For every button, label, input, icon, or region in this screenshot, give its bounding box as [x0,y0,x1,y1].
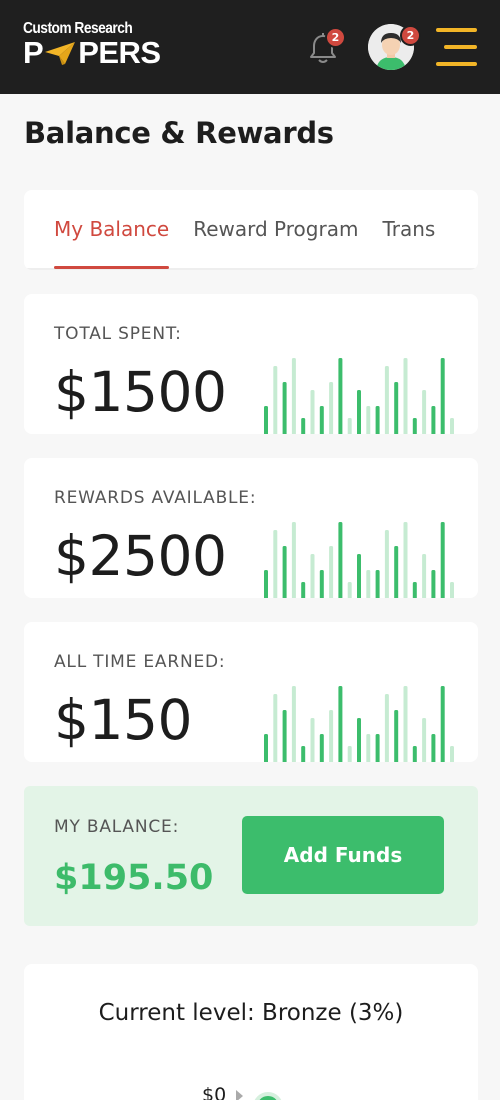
sparkline-bar [394,382,399,434]
balance-label: MY BALANCE: [54,817,180,837]
level-start-label: $0 [202,1084,227,1100]
sparkline-bar [412,582,417,598]
sparkline-bar [384,694,389,762]
sparkline-bar [412,418,417,434]
stat-label: ALL TIME EARNED: [54,652,226,672]
sparkline-bar [450,582,454,598]
profile-badge: 2 [400,25,421,46]
sparkline-bar [431,570,436,598]
tab-bar: My Balance Reward Program Trans [24,190,478,270]
sparkline-bar [282,710,287,762]
level-title: Current level: Bronze (3%) [98,1000,404,1026]
sparkline-bar [450,746,454,762]
bar-sparkline [264,686,454,762]
sparkline-bar [403,686,408,762]
sparkline-bar [301,582,306,598]
sparkline-bar [329,710,334,762]
level-progress-marker [253,1092,283,1100]
sparkline-bar [347,582,352,598]
notification-badge: 2 [325,27,346,48]
bar-sparkline [264,358,454,434]
hamburger-menu-icon[interactable] [436,28,477,66]
sparkline-bar [422,390,427,434]
sparkline-bar [329,382,334,434]
bar-sparkline [264,522,454,598]
sparkline-bar [273,530,278,598]
logo-letter-p: P [23,35,44,70]
sparkline-bar [264,734,268,762]
sparkline-bar [338,358,343,434]
sparkline-bar [422,718,427,762]
sparkline-bar [357,554,361,598]
sparkline-bar [273,366,278,434]
sparkline-bar [375,570,380,598]
sparkline-bar [384,530,389,598]
sparkline-bar [440,686,445,762]
sparkline-bar [403,522,408,598]
sparkline-bar [301,418,306,434]
sparkline-bar [264,570,268,598]
sparkline-bar [329,546,334,598]
sparkline-bar [291,522,296,598]
sparkline-bar [357,718,361,762]
sparkline-bar [384,366,389,434]
add-funds-button[interactable]: Add Funds [242,816,444,894]
sparkline-bar [422,554,427,598]
sparkline-bar [431,406,436,434]
caret-right-icon [236,1090,243,1100]
sparkline-bar [366,570,371,598]
sparkline-bar [357,390,361,434]
page-title: Balance & Rewards [24,116,334,150]
stat-card-all-time-earned: ALL TIME EARNED: $150 [24,622,478,762]
sparkline-bar [366,406,371,434]
logo-letters-pers: PERS [78,35,161,70]
logo-tagline: Custom Research [23,20,133,37]
sparkline-bar [282,382,287,434]
sparkline-bar [310,390,315,434]
sparkline-bar [450,418,454,434]
sparkline-bar [375,406,380,434]
sparkline-bar [440,358,445,434]
sparkline-bar [412,746,417,762]
paper-plane-icon [45,42,76,65]
sparkline-bar [291,358,296,434]
sparkline-bar [319,734,324,762]
stat-value: $150 [54,688,192,752]
sparkline-bar [440,522,445,598]
stat-value: $2500 [54,524,227,588]
tab-transactions[interactable]: Trans [382,190,435,270]
sparkline-bar [264,406,268,434]
sparkline-bar [319,570,324,598]
sparkline-bar [403,358,408,434]
logo-wordmark: P PERS [23,35,161,70]
tab-my-balance[interactable]: My Balance [54,190,170,270]
sparkline-bar [431,734,436,762]
sparkline-bar [301,746,306,762]
sparkline-bar [375,734,380,762]
stat-label: TOTAL SPENT: [54,324,182,344]
app-header: Custom Research P PERS 2 2 [0,0,500,94]
sparkline-bar [273,694,278,762]
sparkline-bar [310,554,315,598]
stat-card-total-spent: TOTAL SPENT: $1500 [24,294,478,434]
sparkline-bar [291,686,296,762]
stat-value: $1500 [54,360,227,424]
sparkline-bar [394,546,399,598]
my-balance-panel: MY BALANCE: $195.50 Add Funds [24,786,478,926]
balance-value: $195.50 [54,858,214,898]
sparkline-bar [347,746,352,762]
sparkline-bar [338,686,343,762]
sparkline-bar [347,418,352,434]
level-card: Current level: Bronze (3%) $0 [24,964,478,1100]
tab-reward-program[interactable]: Reward Program [193,190,358,270]
sparkline-bar [319,406,324,434]
sparkline-bar [366,734,371,762]
sparkline-bar [310,718,315,762]
sparkline-bar [338,522,343,598]
stat-card-rewards-available: REWARDS AVAILABLE: $2500 [24,458,478,598]
logo[interactable]: Custom Research P PERS [23,20,161,68]
sparkline-bar [394,710,399,762]
stat-label: REWARDS AVAILABLE: [54,488,257,508]
sparkline-bar [282,546,287,598]
